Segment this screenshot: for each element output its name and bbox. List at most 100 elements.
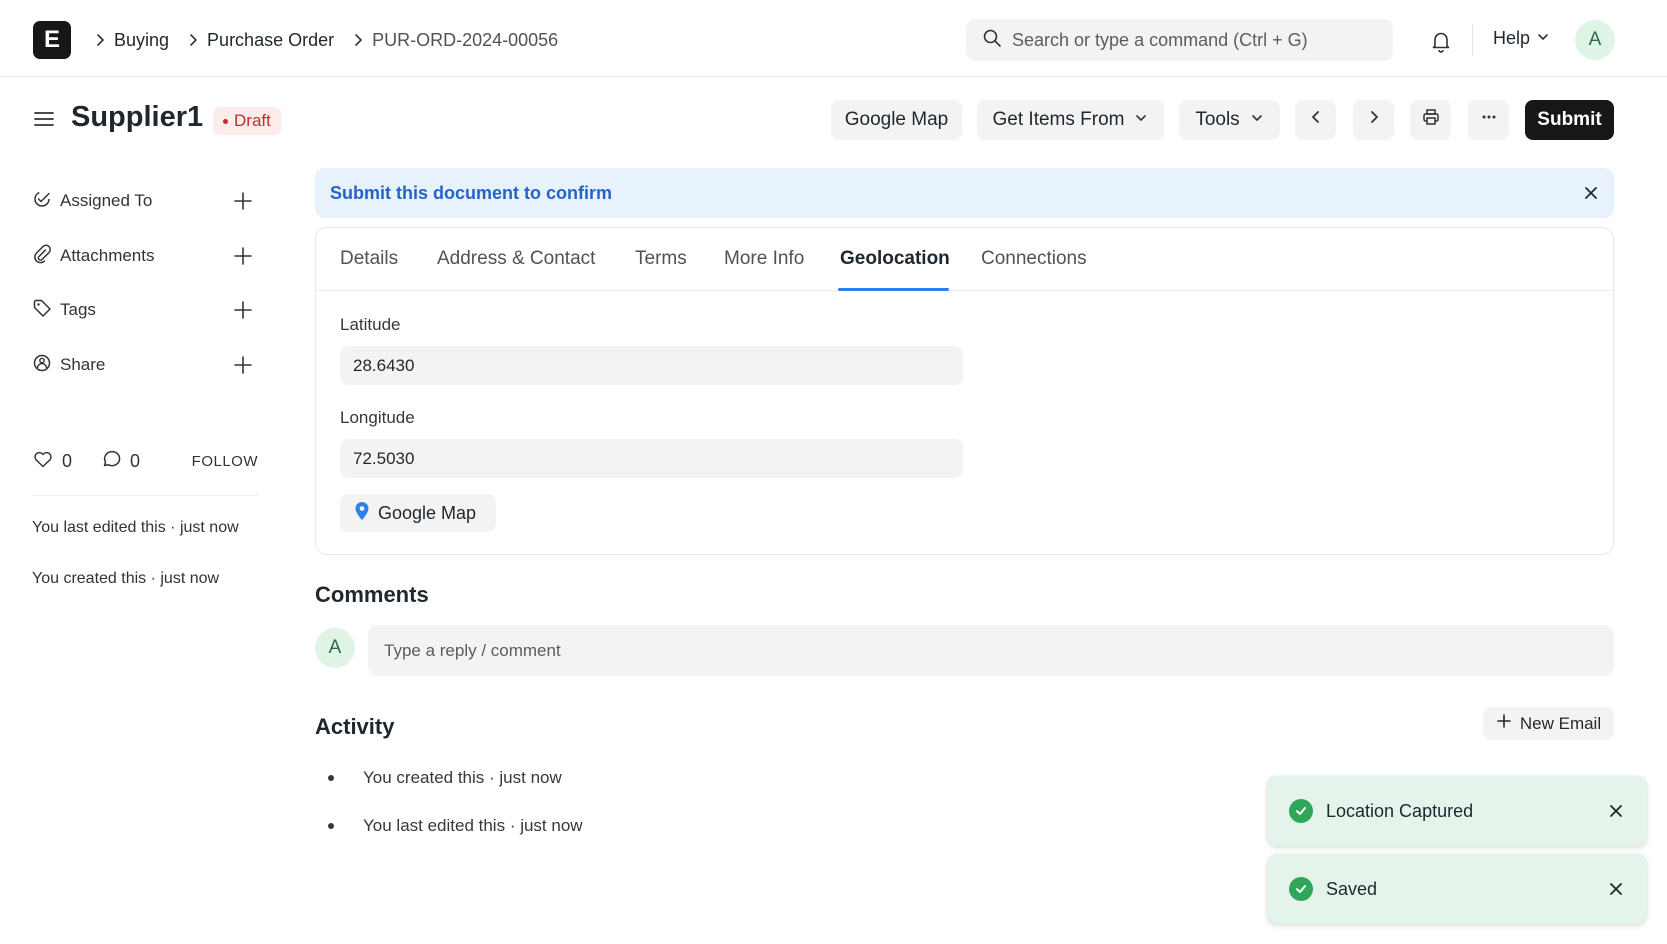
close-icon[interactable]: [1580, 182, 1602, 204]
search-bar[interactable]: [966, 19, 1393, 61]
plus-icon[interactable]: [232, 190, 254, 212]
tab-terms[interactable]: Terms: [635, 248, 687, 270]
comment-input[interactable]: [368, 625, 1614, 676]
status-badge: Draft: [213, 107, 281, 135]
share-icon: [32, 353, 52, 378]
form-card: Details Address & Contact Terms More Inf…: [315, 227, 1614, 555]
assign-icon: [32, 189, 52, 214]
sidebar-item-assigned-to[interactable]: Assigned To: [32, 186, 254, 216]
sidebar-item-label: Tags: [60, 300, 96, 319]
search-input[interactable]: [1012, 29, 1382, 51]
chevron-left-icon: [1308, 109, 1324, 131]
latitude-field[interactable]: [340, 346, 963, 385]
sidebar-item-attachments[interactable]: Attachments: [32, 241, 254, 271]
like-count: 0: [62, 450, 73, 471]
close-icon[interactable]: [1605, 878, 1627, 900]
plus-icon[interactable]: [232, 299, 254, 321]
tab-geolocation[interactable]: Geolocation: [840, 248, 950, 270]
new-email-button[interactable]: New Email: [1483, 707, 1614, 740]
print-button[interactable]: [1410, 100, 1451, 140]
navbar-divider: [1472, 24, 1473, 56]
ellipsis-icon: [1480, 108, 1498, 132]
activity-text: You last edited this: [363, 816, 506, 835]
submit-button[interactable]: Submit: [1525, 100, 1614, 140]
more-actions-button[interactable]: [1468, 100, 1509, 140]
sidebar-item-label: Share: [60, 355, 106, 374]
next-record-button[interactable]: [1353, 100, 1394, 140]
page-title: Supplier1: [71, 101, 204, 133]
chevron-right-icon: [86, 33, 114, 47]
chevron-right-icon: [179, 33, 207, 47]
chevron-down-icon: [1536, 28, 1550, 49]
help-label: Help: [1493, 28, 1531, 48]
submit-alert: Submit this document to confirm: [315, 168, 1614, 218]
activity-item: You last edited this · just now: [328, 816, 583, 836]
longitude-field[interactable]: [340, 439, 963, 478]
last-edited-text: You last edited this: [32, 519, 166, 536]
avatar: A: [315, 628, 355, 668]
google-map-button[interactable]: Google Map: [831, 100, 962, 140]
status-label: Draft: [234, 111, 271, 130]
sidebar-item-tags[interactable]: Tags: [32, 295, 254, 325]
app-logo[interactable]: E: [33, 21, 71, 59]
created-info: You created this · just now: [32, 570, 220, 587]
chevron-right-icon: [344, 33, 372, 47]
tab-details[interactable]: Details: [340, 248, 398, 270]
tab-address-contact[interactable]: Address & Contact: [437, 248, 595, 270]
check-circle-icon: [1289, 877, 1313, 901]
last-edited-time: just now: [179, 519, 239, 536]
get-items-from-label: Get Items From: [992, 109, 1125, 130]
previous-record-button[interactable]: [1295, 100, 1336, 140]
plus-icon: [1496, 713, 1512, 734]
comment-icon[interactable]: [100, 448, 122, 475]
printer-icon: [1422, 108, 1440, 132]
google-map-field-button[interactable]: Google Map: [340, 494, 496, 532]
breadcrumb-buying[interactable]: Buying: [114, 30, 179, 51]
help-dropdown[interactable]: Help: [1493, 28, 1550, 49]
status-dot: [223, 118, 228, 124]
google-map-field-label: Google Map: [378, 502, 477, 523]
chevron-down-icon: [1134, 109, 1148, 131]
bell-icon[interactable]: [1428, 28, 1454, 54]
sidebar-item-label: Assigned To: [60, 191, 153, 210]
tab-connections[interactable]: Connections: [981, 248, 1087, 270]
menu-icon[interactable]: [33, 108, 55, 130]
activity-time: just now: [520, 816, 583, 835]
tools-label: Tools: [1195, 109, 1240, 130]
last-edited-info: You last edited this · just now: [32, 519, 239, 536]
activity-bullet: [328, 775, 334, 781]
tab-more-info[interactable]: More Info: [724, 248, 804, 270]
sidebar-item-share[interactable]: Share: [32, 350, 254, 380]
close-icon[interactable]: [1605, 800, 1627, 822]
comment-count: 0: [130, 450, 141, 471]
follow-button[interactable]: FOLLOW: [192, 453, 258, 470]
breadcrumb: Buying Purchase Order PUR-ORD-2024-00056: [86, 26, 568, 54]
breadcrumb-current-doc[interactable]: PUR-ORD-2024-00056: [372, 30, 568, 51]
chevron-down-icon: [1250, 109, 1264, 131]
heart-icon[interactable]: [32, 448, 54, 475]
search-icon: [982, 28, 1002, 53]
longitude-label: Longitude: [340, 408, 415, 427]
activity-item: You created this · just now: [328, 768, 562, 788]
new-email-label: New Email: [1519, 713, 1602, 733]
get-items-from-button[interactable]: Get Items From: [977, 100, 1164, 140]
sidebar-item-label: Attachments: [60, 246, 155, 265]
plus-icon[interactable]: [232, 245, 254, 267]
form-tabs: Details Address & Contact Terms More Inf…: [316, 228, 1613, 291]
alert-text: Submit this document to confirm: [330, 182, 612, 203]
tools-button[interactable]: Tools: [1179, 100, 1280, 140]
google-map-button-label: Google Map: [844, 109, 949, 130]
plus-icon[interactable]: [232, 354, 254, 376]
tag-icon: [32, 298, 52, 323]
top-navbar: E Buying Purchase Order PUR-ORD-2024-000…: [0, 0, 1667, 77]
sidebar-stats: 0 0 FOLLOW: [32, 448, 258, 474]
toast-location-captured: Location Captured: [1267, 776, 1647, 846]
map-pin-icon: [354, 501, 370, 526]
comments-title: Comments: [315, 582, 429, 607]
activity-time: just now: [499, 768, 562, 787]
activity-text: You created this: [363, 768, 485, 787]
user-avatar[interactable]: A: [1575, 20, 1615, 60]
activity-title: Activity: [315, 714, 395, 739]
active-tab-indicator: [838, 288, 949, 291]
breadcrumb-purchase-order[interactable]: Purchase Order: [207, 30, 344, 51]
